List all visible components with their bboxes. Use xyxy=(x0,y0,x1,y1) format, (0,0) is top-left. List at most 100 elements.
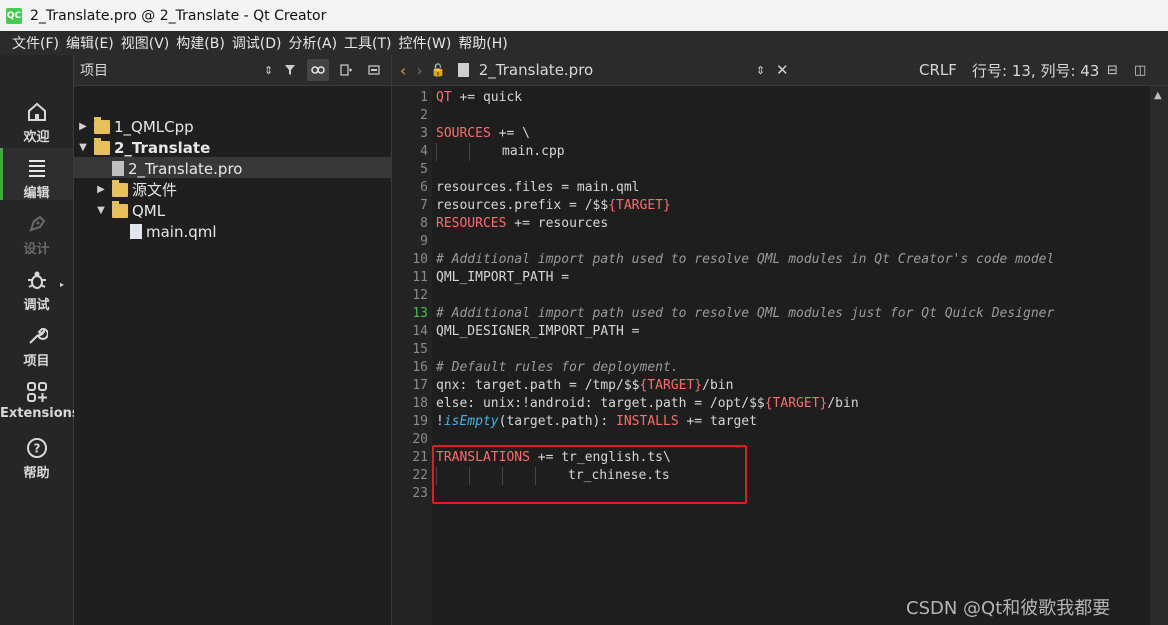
project-folder-icon xyxy=(94,137,110,155)
code-line-10: # Additional import path used to resolve… xyxy=(436,252,1055,267)
line-number: 10 xyxy=(412,252,428,267)
menu-tools[interactable]: 工具(T) xyxy=(344,33,398,53)
extensions-icon xyxy=(25,380,49,404)
menu-help[interactable]: 帮助(H) xyxy=(458,33,514,53)
line-ending-indicator[interactable]: CRLF xyxy=(919,61,957,79)
csdn-watermark: CSDN @Qt和彼歌我都要 xyxy=(906,598,1111,619)
mode-edit[interactable]: 编辑 xyxy=(0,148,73,201)
line-number: 12 xyxy=(412,288,428,303)
svg-text:?: ? xyxy=(33,442,40,456)
line-number: 6 xyxy=(420,180,428,195)
tree-node-pro-file[interactable]: 2_Translate.pro xyxy=(108,158,242,179)
menu-bar: 文件(F) 编辑(E) 视图(V) 构建(B) 调试(D) 分析(A) 工具(T… xyxy=(0,31,1168,55)
line-number: 18 xyxy=(412,396,428,411)
tree-node-label: 2_Translate.pro xyxy=(128,159,243,178)
source-folder-icon xyxy=(112,179,128,197)
link-editor-icon[interactable] xyxy=(307,59,329,81)
expand-arrow-icon[interactable]: ▶ xyxy=(94,184,108,195)
line-number: 21 xyxy=(412,450,428,465)
document-combo-arrow-icon[interactable]: ⇕ xyxy=(756,64,765,77)
code-line-16: # Default rules for deployment. xyxy=(436,360,679,375)
mode-debug[interactable]: 调试 ▸ xyxy=(0,260,73,313)
mode-welcome[interactable]: 欢迎 xyxy=(0,92,73,145)
tree-node-1-qmlcpp[interactable]: ▶ 1_QMLCpp xyxy=(76,116,194,137)
menu-analyze[interactable]: 分析(A) xyxy=(289,33,345,53)
tree-node-label: 1_QMLCpp xyxy=(114,117,194,136)
project-pane: 项目 ⇕ ▶ 1_QMLCpp ▼ 2_Translate 2_Translat… xyxy=(74,55,392,625)
mode-extensions[interactable]: Extensions xyxy=(0,372,80,424)
mode-edit-label: 编辑 xyxy=(23,186,50,201)
collapse-arrow-icon[interactable]: ▼ xyxy=(76,142,90,153)
mode-help-label: 帮助 xyxy=(23,466,50,481)
line-number: 11 xyxy=(412,270,428,285)
code-line-4: main.cpp xyxy=(436,143,565,161)
editor-toolbar: ‹ › 🔓 2_Translate.pro ⇕ ✕ CRLF 行号: 13, 列… xyxy=(392,55,1168,86)
line-number: 5 xyxy=(420,162,428,177)
navigate-back-icon[interactable]: ‹ xyxy=(400,61,406,80)
open-document-name[interactable]: 2_Translate.pro xyxy=(479,61,593,79)
qml-folder-icon xyxy=(112,200,128,218)
mode-debug-label: 调试 xyxy=(23,298,50,313)
scroll-up-arrow-icon[interactable]: ▲ xyxy=(1154,90,1162,101)
split-pane-icon[interactable] xyxy=(335,59,357,81)
line-number: 20 xyxy=(412,432,428,447)
editor-scrollbar[interactable]: ▲ xyxy=(1150,86,1168,625)
line-number: 7 xyxy=(420,198,428,213)
menu-view[interactable]: 视图(V) xyxy=(121,33,177,53)
mode-welcome-label: 欢迎 xyxy=(23,130,50,145)
menu-edit[interactable]: 编辑(E) xyxy=(66,33,121,53)
menu-debug[interactable]: 调试(D) xyxy=(232,33,289,53)
mode-extensions-label: Extensions xyxy=(0,406,80,421)
tree-node-label: main.qml xyxy=(146,222,217,241)
tree-node-2-translate[interactable]: ▼ 2_Translate xyxy=(76,137,210,158)
code-line-8: RESOURCES += resources xyxy=(436,216,609,231)
navigate-forward-icon[interactable]: › xyxy=(416,61,422,80)
edit-lines-icon xyxy=(25,156,49,180)
mode-help[interactable]: ? 帮助 xyxy=(0,428,73,481)
project-folder-icon xyxy=(94,116,110,134)
code-line-14: QML_DESIGNER_IMPORT_PATH = xyxy=(436,324,640,339)
menu-build[interactable]: 构建(B) xyxy=(176,33,232,53)
code-line-17: qnx: target.path = /tmp/$${TARGET}/bin xyxy=(436,378,734,393)
collapse-arrow-icon[interactable]: ▼ xyxy=(94,205,108,216)
mode-projects[interactable]: 项目 xyxy=(0,316,73,369)
project-pane-header: 项目 ⇕ xyxy=(74,55,391,86)
tree-node-label: 源文件 xyxy=(132,181,178,199)
line-number: 3 xyxy=(420,126,428,141)
pro-file-icon xyxy=(112,161,124,176)
code-line-13: # Additional import path used to resolve… xyxy=(436,306,1055,321)
debug-expand-arrow-icon: ▸ xyxy=(60,280,65,289)
menu-controls[interactable]: 控件(W) xyxy=(399,33,459,53)
pro-file-icon xyxy=(457,63,469,77)
line-number: 8 xyxy=(420,216,428,231)
menu-file[interactable]: 文件(F) xyxy=(0,33,66,53)
line-number: 15 xyxy=(412,342,428,357)
editor-pane: ‹ › 🔓 2_Translate.pro ⇕ ✕ CRLF 行号: 13, 列… xyxy=(392,55,1168,625)
code-line-11: QML_IMPORT_PATH = xyxy=(436,270,570,285)
lock-icon: 🔓 xyxy=(430,63,446,77)
tree-node-sources[interactable]: ▶ 源文件 xyxy=(94,179,177,200)
close-split-icon[interactable]: ◫ xyxy=(1134,63,1146,78)
mode-design[interactable]: 设计 xyxy=(0,204,73,257)
split-editor-icon[interactable]: ⊟ xyxy=(1107,63,1118,78)
close-pane-icon[interactable] xyxy=(363,59,385,81)
tree-node-qml[interactable]: ▼ QML xyxy=(94,200,165,221)
pen-icon xyxy=(25,212,49,236)
window-titlebar: QC 2_Translate.pro @ 2_Translate - Qt Cr… xyxy=(0,0,1168,31)
tree-node-label: QML xyxy=(132,201,166,220)
wrench-icon xyxy=(25,324,49,348)
code-line-6: resources.files = main.qml xyxy=(436,180,640,195)
code-editor[interactable]: QT += quick SOURCES += \ main.cpp resour… xyxy=(436,86,1136,625)
filter-icon[interactable] xyxy=(279,59,301,81)
line-number: 2 xyxy=(420,108,428,123)
line-number: 1 xyxy=(420,90,428,105)
line-number: 13 xyxy=(412,306,428,321)
code-line-19: !isEmpty(target.path): INSTALLS += targe… xyxy=(436,414,757,429)
mode-projects-label: 项目 xyxy=(23,354,50,369)
expand-arrow-icon[interactable]: ▶ xyxy=(76,121,90,132)
close-document-icon[interactable]: ✕ xyxy=(776,61,789,79)
cursor-position[interactable]: 行号: 13, 列号: 43 xyxy=(972,60,1099,81)
view-combo-arrow-icon[interactable]: ⇕ xyxy=(264,64,273,77)
window-title: 2_Translate.pro @ 2_Translate - Qt Creat… xyxy=(30,7,327,24)
tree-node-main-qml[interactable]: main.qml xyxy=(126,221,217,242)
